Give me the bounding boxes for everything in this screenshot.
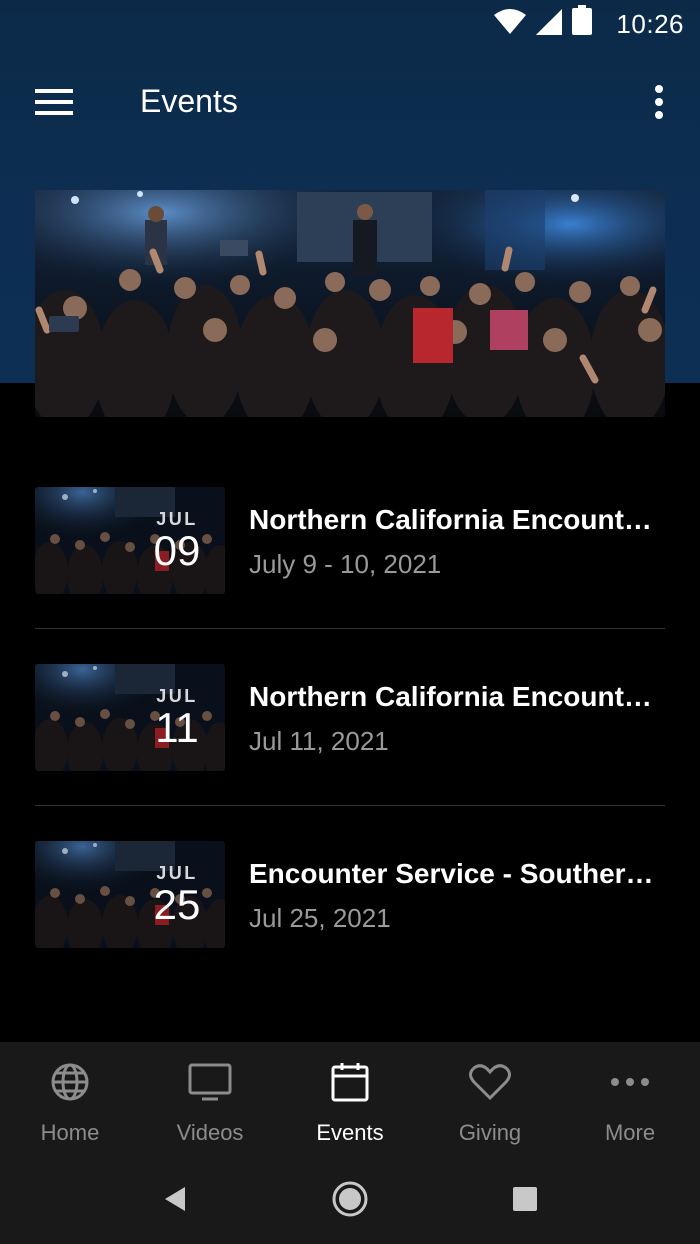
nav-label-events: Events	[316, 1120, 384, 1145]
worship-crowd-photo	[35, 190, 665, 417]
vertical-dots-icon	[655, 85, 663, 119]
globe-icon	[48, 1060, 92, 1104]
nav-label-videos: Videos	[176, 1120, 244, 1145]
event-date-badge: JUL 25	[147, 863, 207, 927]
status-bar: 10:26	[0, 0, 700, 50]
nav-item-videos[interactable]: Videos	[140, 1042, 280, 1157]
event-date: Jul 11, 2021	[249, 726, 389, 756]
event-month: JUL	[156, 863, 198, 883]
home-circle-icon	[332, 1181, 368, 1217]
bottom-navigation: Home Videos Events Giving More	[0, 1042, 700, 1157]
event-title: Encounter Service - Southern...	[249, 858, 665, 889]
event-date-badge: JUL 11	[147, 686, 207, 750]
event-date: July 9 - 10, 2021	[249, 549, 442, 579]
event-day: 09	[153, 527, 201, 574]
nav-label-more: More	[604, 1120, 656, 1145]
system-navigation-bar	[0, 1157, 700, 1244]
wifi-icon	[494, 9, 526, 40]
home-button[interactable]	[330, 1179, 370, 1219]
nav-item-more[interactable]: More	[560, 1042, 700, 1157]
recents-button[interactable]	[505, 1179, 545, 1219]
event-thumbnail: JUL 09	[35, 487, 225, 594]
back-button[interactable]	[155, 1179, 195, 1219]
status-icons	[494, 5, 592, 40]
event-row[interactable]: JUL 09 Northern California Encounter... …	[35, 452, 665, 629]
dots-horizontal-icon	[608, 1060, 652, 1104]
page-title: Events	[140, 83, 238, 119]
tv-icon	[188, 1060, 232, 1104]
event-thumbnail: JUL 25	[35, 841, 225, 948]
event-row[interactable]: JUL 25 Encounter Service - Southern... J…	[35, 806, 665, 983]
event-date: Jul 25, 2021	[249, 903, 391, 933]
event-day: 11	[155, 704, 199, 751]
nav-item-giving[interactable]: Giving	[420, 1042, 560, 1157]
nav-item-events[interactable]: Events	[280, 1042, 420, 1157]
events-list: JUL 09 Northern California Encounter... …	[35, 452, 665, 983]
recents-square-icon	[513, 1187, 537, 1211]
event-day: 25	[153, 881, 201, 928]
menu-button[interactable]	[28, 80, 80, 124]
event-row[interactable]: JUL 11 Northern California Encounter... …	[35, 629, 665, 806]
event-title: Northern California Encounter...	[249, 681, 665, 712]
nav-item-home[interactable]: Home	[0, 1042, 140, 1157]
status-time: 10:26	[616, 9, 684, 39]
battery-icon	[572, 5, 592, 40]
overflow-menu-button[interactable]	[644, 80, 674, 124]
app-bar: Events	[0, 58, 700, 148]
heart-icon	[468, 1060, 512, 1104]
cell-signal-icon	[536, 9, 562, 40]
event-thumbnail: JUL 11	[35, 664, 225, 771]
hamburger-menu-icon	[35, 89, 73, 115]
back-triangle-icon	[165, 1187, 185, 1211]
event-month: JUL	[156, 509, 198, 529]
nav-label-giving: Giving	[458, 1120, 522, 1145]
event-month: JUL	[156, 686, 198, 706]
calendar-icon	[328, 1060, 372, 1104]
featured-event-image[interactable]	[35, 190, 665, 417]
nav-label-home: Home	[40, 1120, 100, 1145]
event-title: Northern California Encounter...	[249, 504, 665, 535]
event-date-badge: JUL 09	[147, 509, 207, 573]
